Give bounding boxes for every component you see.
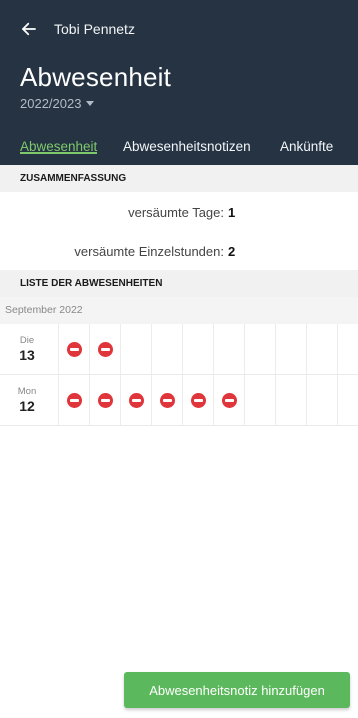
lesson-cell[interactable] — [306, 375, 336, 426]
school-year-label: 2022/2023 — [20, 96, 82, 111]
lesson-cell[interactable] — [306, 324, 336, 375]
lesson-cell[interactable] — [213, 324, 243, 375]
user-name: Tobi Pennetz — [54, 21, 135, 37]
lesson-cell[interactable] — [244, 324, 274, 375]
lesson-cell[interactable] — [213, 375, 243, 426]
missed-lessons-value: 2 — [228, 244, 236, 259]
absent-icon — [222, 393, 237, 408]
missed-days-value: 1 — [228, 205, 236, 220]
missed-lessons-row: versäumte Einzelstunden: 2 — [0, 240, 358, 266]
day-label: Die 13 — [0, 324, 58, 375]
day-row[interactable]: Die 13 — [0, 324, 358, 375]
weekday-label: Die — [19, 335, 35, 346]
lesson-cell[interactable] — [244, 375, 274, 426]
tab-arrivals[interactable]: Ankünfte — [280, 130, 333, 154]
missed-days-row: versäumte Tage: 1 — [0, 201, 358, 227]
add-absence-note-button[interactable]: Abwesenheitsnotiz hinzufügen — [124, 672, 350, 708]
lesson-cell[interactable] — [120, 324, 150, 375]
day-number: 12 — [19, 398, 35, 414]
month-label: September 2022 — [0, 297, 358, 324]
lesson-cell[interactable] — [275, 324, 305, 375]
lesson-cell[interactable] — [151, 375, 181, 426]
absent-icon — [67, 342, 82, 357]
day-row[interactable]: Mon 12 — [0, 375, 358, 426]
lesson-cell[interactable] — [120, 375, 150, 426]
lesson-cell[interactable] — [275, 375, 305, 426]
absence-list-heading: LISTE DER ABWESENHEITEN — [0, 270, 358, 297]
tab-absence-notes[interactable]: Abwesenheitsnotizen — [123, 130, 251, 154]
lesson-cell[interactable] — [151, 324, 181, 375]
lesson-cell[interactable] — [89, 324, 119, 375]
tab-absence[interactable]: Abwesenheit — [20, 130, 98, 154]
lesson-cell[interactable] — [182, 324, 212, 375]
absent-icon — [98, 393, 113, 408]
tab-bar: Abwesenheit Abwesenheitsnotizen Ankünfte — [0, 130, 358, 165]
top-bar: Tobi Pennetz — [0, 0, 358, 58]
absent-icon — [98, 342, 113, 357]
day-label: Mon 12 — [0, 375, 58, 426]
back-arrow-icon[interactable] — [18, 18, 40, 40]
summary-heading: ZUSAMMENFASSUNG — [0, 165, 358, 192]
absent-icon — [67, 393, 82, 408]
lesson-cell[interactable] — [58, 324, 88, 375]
lesson-cell[interactable] — [337, 375, 358, 426]
app-header: Tobi Pennetz Abwesenheit 2022/2023 Abwes… — [0, 0, 358, 165]
absent-icon — [160, 393, 175, 408]
lesson-cell[interactable] — [58, 375, 88, 426]
weekday-label: Mon — [17, 386, 37, 397]
caret-down-icon — [86, 101, 95, 106]
absent-icon — [129, 393, 144, 408]
lesson-cell[interactable] — [337, 324, 358, 375]
page-title: Abwesenheit — [20, 62, 172, 92]
day-number: 13 — [19, 347, 35, 363]
lesson-cell[interactable] — [182, 375, 212, 426]
missed-lessons-label: versäumte Einzelstunden: — [74, 244, 224, 259]
lesson-cell[interactable] — [89, 375, 119, 426]
school-year-selector[interactable]: 2022/2023 — [20, 96, 95, 111]
absent-icon — [191, 393, 206, 408]
missed-days-label: versäumte Tage: — [128, 205, 224, 220]
